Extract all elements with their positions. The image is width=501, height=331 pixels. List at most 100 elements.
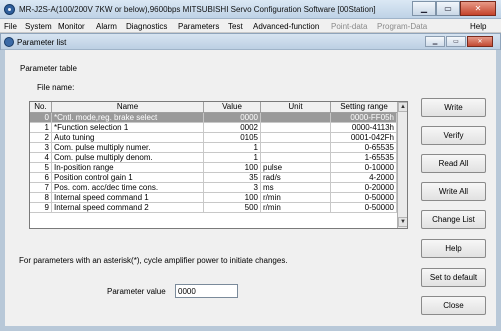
scroll-down-arrow-icon[interactable]: ▼ (398, 217, 407, 227)
row-no: 7 (30, 183, 52, 193)
row-no: 5 (30, 163, 52, 173)
window-icon[interactable] (4, 37, 14, 47)
menu-monitor[interactable]: Monitor (58, 22, 85, 31)
row-value: 500 (204, 203, 261, 213)
menu-alarm[interactable]: Alarm (96, 22, 117, 31)
menu-system[interactable]: System (25, 22, 52, 31)
row-value: 1 (204, 143, 261, 153)
row-range: 0-50000 (331, 203, 397, 213)
write-button[interactable]: Write (421, 98, 486, 117)
menu-parameters[interactable]: Parameters (178, 22, 219, 31)
table-row[interactable]: 6 Position control gain 1 35 rad/s 4-200… (30, 173, 397, 183)
row-range: 0-50000 (331, 193, 397, 203)
row-name: Com. pulse multiply denom. (52, 153, 204, 163)
parameter-table[interactable]: No. Name Value Unit Setting range 0 *Cnt… (29, 101, 408, 229)
row-no: 6 (30, 173, 52, 183)
menu-point-data[interactable]: Point-data (331, 22, 367, 31)
row-value: 0105 (204, 133, 261, 143)
table-row[interactable]: 7 Pos. com. acc/dec time cons. 3 ms 0-20… (30, 183, 397, 193)
child-window-controls: ▁ ▭ ✕ (425, 36, 493, 47)
row-name: Internal speed command 1 (52, 193, 204, 203)
menu-advanced-function[interactable]: Advanced-function (253, 22, 319, 31)
row-name: In-position range (52, 163, 204, 173)
app-icon[interactable] (4, 4, 15, 15)
row-unit: pulse (261, 163, 331, 173)
table-row[interactable]: 8 Internal speed command 1 100 r/min 0-5… (30, 193, 397, 203)
child-close-button[interactable]: ✕ (467, 36, 493, 47)
table-row[interactable]: 4 Com. pulse multiply denom. 1 1-65535 (30, 153, 397, 163)
row-no: 8 (30, 193, 52, 203)
menu-file[interactable]: File (4, 22, 17, 31)
table-header: No. Name Value Unit Setting range (30, 102, 397, 113)
row-value: 0002 (204, 123, 261, 133)
read-all-button[interactable]: Read All (421, 154, 486, 173)
row-unit: r/min (261, 193, 331, 203)
row-unit: rad/s (261, 173, 331, 183)
child-restore-button[interactable]: ▭ (446, 36, 466, 47)
table-row[interactable]: 1 *Function selection 1 0002 0000-4113h (30, 123, 397, 133)
table-row[interactable]: 5 In-position range 100 pulse 0-10000 (30, 163, 397, 173)
asterisk-note: For parameters with an asterisk(*), cycl… (19, 256, 288, 265)
main-title-bar: MR-J2S-A(100/200V 7KW or below),9600bps … (0, 0, 501, 19)
window-frame-right (496, 50, 501, 331)
change-list-button[interactable]: Change List (421, 210, 486, 229)
row-name: *Function selection 1 (52, 123, 204, 133)
row-range: 1-65535 (331, 153, 397, 163)
row-value: 35 (204, 173, 261, 183)
row-value: 100 (204, 163, 261, 173)
row-name: Com. pulse multiply numer. (52, 143, 204, 153)
row-no: 3 (30, 143, 52, 153)
row-unit: ms (261, 183, 331, 193)
window-frame-left (0, 50, 5, 331)
row-value: 100 (204, 193, 261, 203)
row-name: *Cntl. mode,reg. brake select (52, 113, 204, 123)
row-name: Pos. com. acc/dec time cons. (52, 183, 204, 193)
row-no: 1 (30, 123, 52, 133)
row-unit (261, 153, 331, 163)
table-row[interactable]: 9 Internal speed command 2 500 r/min 0-5… (30, 203, 397, 213)
row-range: 0-20000 (331, 183, 397, 193)
row-unit (261, 113, 331, 123)
row-value: 3 (204, 183, 261, 193)
menu-diagnostics[interactable]: Diagnostics (126, 22, 167, 31)
header-range: Setting range (340, 102, 388, 111)
header-value: Value (204, 102, 261, 113)
table-row[interactable]: 3 Com. pulse multiply numer. 1 0-65535 (30, 143, 397, 153)
row-unit (261, 133, 331, 143)
minimize-button[interactable]: ▁ (412, 1, 436, 16)
table-scrollbar[interactable]: ▲ ▼ (397, 102, 407, 228)
row-name: Position control gain 1 (52, 173, 204, 183)
header-unit: Unit (261, 102, 331, 113)
header-no: No. (30, 102, 52, 113)
row-value: 0000 (204, 113, 261, 123)
row-range: 0001-042Fh (331, 133, 397, 143)
parameter-value-field[interactable] (175, 284, 238, 298)
child-window-title: Parameter list (17, 38, 67, 47)
write-all-button[interactable]: Write All (421, 182, 486, 201)
row-range: 0-65535 (331, 143, 397, 153)
set-to-default-button[interactable]: Set to default (421, 268, 486, 287)
scroll-up-arrow-icon[interactable]: ▲ (398, 102, 407, 112)
menu-bar: File System Monitor Alarm Diagnostics Pa… (0, 19, 501, 33)
window-frame-bottom (0, 326, 501, 331)
table-row[interactable]: 2 Auto tuning 0105 0001-042Fh (30, 133, 397, 143)
verify-button[interactable]: Verify (421, 126, 486, 145)
close-button[interactable]: ✕ (460, 1, 496, 16)
row-unit (261, 143, 331, 153)
row-value: 1 (204, 153, 261, 163)
window-controls: ▁ ▭ ✕ (412, 1, 496, 16)
file-name-label: File name: (37, 83, 75, 92)
row-no: 4 (30, 153, 52, 163)
menu-help[interactable]: Help (470, 22, 486, 31)
table-row[interactable]: 0 *Cntl. mode,reg. brake select 0000 000… (30, 113, 397, 123)
maximize-button[interactable]: ▭ (436, 1, 460, 16)
parameter-value-label: Parameter value (107, 287, 166, 296)
menu-program-data[interactable]: Program-Data (377, 22, 427, 31)
menu-test[interactable]: Test (228, 22, 243, 31)
help-button[interactable]: Help (421, 239, 486, 258)
row-name: Auto tuning (52, 133, 204, 143)
window-title: MR-J2S-A(100/200V 7KW or below),9600bps … (19, 5, 376, 14)
row-range: 0-10000 (331, 163, 397, 173)
close-window-button[interactable]: Close (421, 296, 486, 315)
child-minimize-button[interactable]: ▁ (425, 36, 445, 47)
